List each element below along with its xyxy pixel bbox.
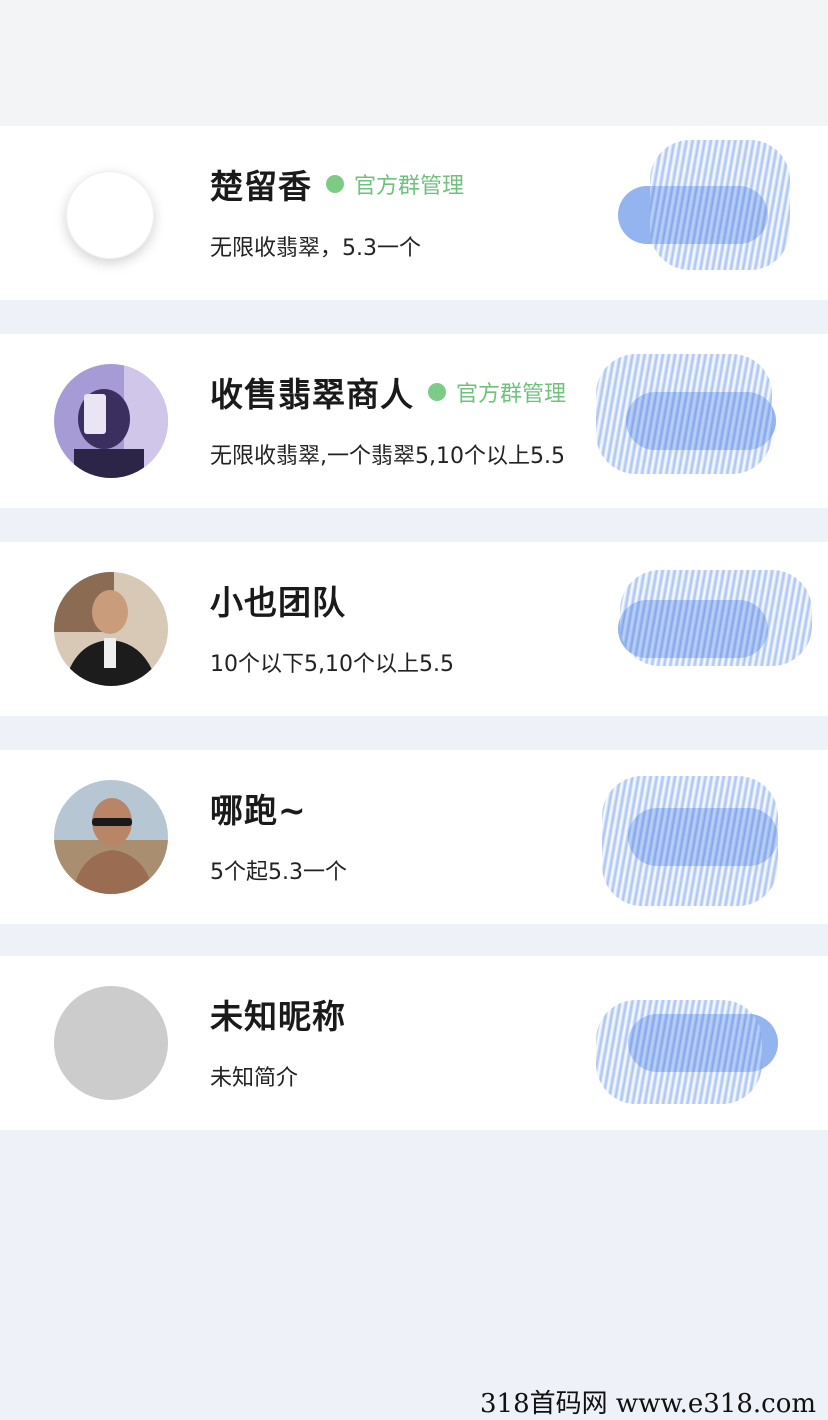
contact-description: 未知简介	[210, 1066, 299, 1091]
contact-name: 收售翡翠商人	[210, 375, 414, 414]
avatar[interactable]	[54, 780, 168, 894]
name-row: 哪跑~	[210, 786, 307, 830]
green-dot-icon	[428, 383, 446, 401]
redaction-scribble	[620, 570, 812, 666]
site-watermark: 318首码网 www.e318.com	[480, 1389, 816, 1419]
contact-name: 哪跑~	[210, 791, 307, 830]
badge-label: 官方群管理	[354, 174, 465, 199]
avatar[interactable]	[66, 171, 154, 259]
name-row: 楚留香 官方群管理	[210, 162, 464, 206]
contact-description: 5个起5.3一个	[210, 860, 347, 885]
contact-name: 楚留香	[210, 167, 312, 206]
name-row: 收售翡翠商人 官方群管理	[210, 370, 566, 414]
contact-description: 无限收翡翠，5.3一个	[210, 236, 421, 261]
redaction-scribble	[596, 354, 772, 474]
contact-card[interactable]: 未知昵称 未知简介	[0, 956, 828, 1130]
contact-description: 10个以下5,10个以上5.5	[210, 652, 454, 677]
avatar-placeholder[interactable]	[54, 986, 168, 1100]
avatar[interactable]	[54, 572, 168, 686]
redaction-scribble	[650, 140, 790, 270]
name-row: 未知昵称	[210, 992, 346, 1036]
green-dot-icon	[326, 175, 344, 193]
avatar[interactable]	[54, 364, 168, 478]
name-row: 小也团队	[210, 578, 346, 622]
man-suit-photo	[54, 572, 168, 686]
top-header-area	[0, 0, 828, 126]
contact-name: 未知昵称	[210, 997, 346, 1036]
contact-description: 无限收翡翠,一个翡翠5,10个以上5.5	[210, 444, 565, 469]
man-sunglasses-photo	[54, 780, 168, 894]
badge-label: 官方群管理	[456, 382, 567, 407]
contact-name: 小也团队	[210, 583, 346, 622]
contact-card[interactable]: 小也团队 10个以下5,10个以上5.5	[0, 542, 828, 716]
admin-badge: 官方群管理	[326, 168, 464, 200]
contact-card[interactable]: 楚留香 官方群管理 无限收翡翠，5.3一个	[0, 126, 828, 300]
selfie-photo	[54, 364, 168, 478]
contact-card[interactable]: 收售翡翠商人 官方群管理 无限收翡翠,一个翡翠5,10个以上5.5	[0, 334, 828, 508]
admin-badge: 官方群管理	[428, 376, 566, 408]
contact-card[interactable]: 哪跑~ 5个起5.3一个	[0, 750, 828, 924]
redaction-scribble	[596, 1000, 762, 1104]
redaction-scribble	[602, 776, 778, 906]
